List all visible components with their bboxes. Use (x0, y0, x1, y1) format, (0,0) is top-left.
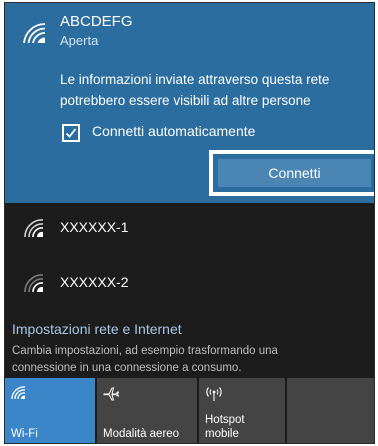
network-settings-description: Cambia impostazioni, ad esempio trasform… (12, 345, 278, 374)
airplane-mode-tile[interactable]: Modalità aereo (97, 378, 197, 443)
network-list-item[interactable]: XXXXXX-2 (5, 260, 374, 306)
network-status: Aperta (60, 33, 99, 48)
checkmark-icon (65, 128, 77, 138)
tile-label: Hotspot mobile (205, 413, 245, 441)
network-settings-link[interactable]: Impostazioni rete e Internet (12, 321, 182, 337)
auto-connect-checkbox[interactable] (62, 124, 80, 142)
wifi-icon (24, 219, 44, 238)
network-flyout: ABCDEFG Aperta Le informazioni inviate a… (4, 2, 375, 444)
hotspot-icon (206, 387, 222, 401)
tile-label-line: Hotspot (205, 414, 245, 426)
tile-label: Wi-Fi (11, 428, 38, 440)
network-name: XXXXXX-2 (60, 274, 129, 290)
tile-label-line: mobile (205, 428, 239, 440)
wifi-icon (11, 386, 26, 400)
auto-connect-label[interactable]: Connetti automaticamente (92, 123, 255, 139)
mobile-hotspot-tile[interactable]: Hotspot mobile (199, 378, 285, 443)
wifi-icon (23, 23, 46, 44)
selected-network-card[interactable]: ABCDEFG Aperta Le informazioni inviate a… (5, 3, 374, 203)
connect-button[interactable]: Connetti (218, 159, 371, 187)
airplane-icon (103, 387, 119, 401)
security-warning: Le informazioni inviate attraverso quest… (60, 72, 330, 108)
tile-label: Modalità aereo (103, 428, 180, 440)
wifi-toggle-tile[interactable]: Wi-Fi (5, 378, 95, 443)
wifi-icon (24, 274, 44, 293)
network-name: XXXXXX-1 (60, 219, 129, 235)
network-list-item[interactable]: XXXXXX-1 (5, 205, 374, 251)
empty-tile (287, 378, 374, 443)
network-name: ABCDEFG (60, 13, 133, 30)
